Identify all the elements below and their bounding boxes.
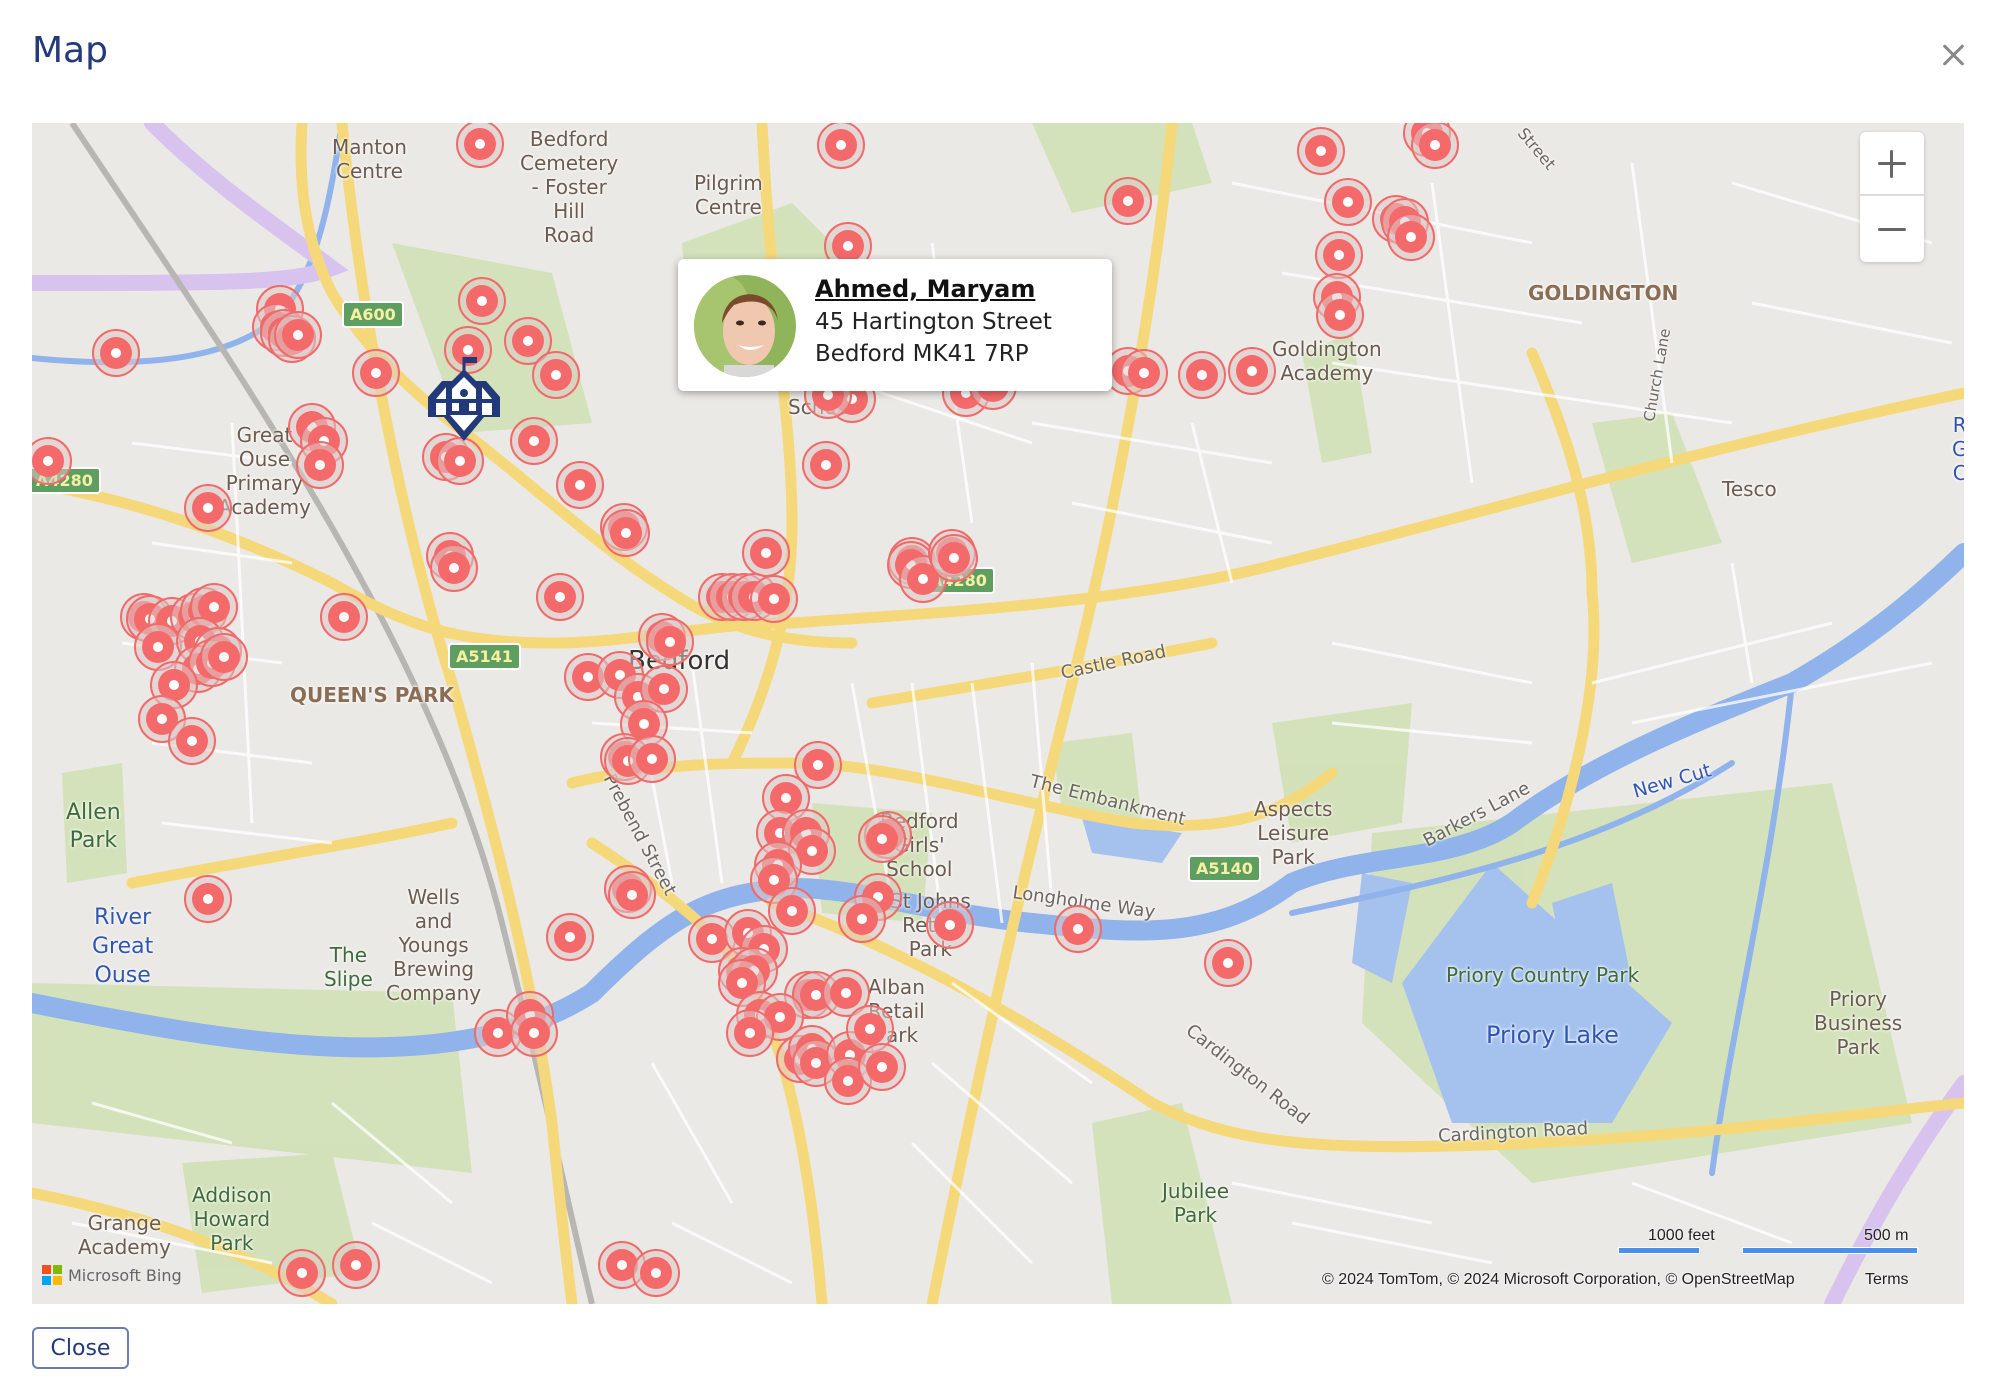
label-jubilee-park: Jubilee Park xyxy=(1162,1179,1229,1227)
zoom-in-button[interactable] xyxy=(1860,132,1924,196)
scale-imperial-bar xyxy=(1618,1247,1700,1254)
location-marker-icon[interactable] xyxy=(926,901,974,949)
road-shield-a5140: A5140 xyxy=(1188,855,1261,882)
road xyxy=(126,817,458,889)
location-marker-icon[interactable] xyxy=(168,717,216,765)
bing-logo[interactable]: Microsoft Bing xyxy=(42,1265,182,1285)
location-marker-icon[interactable] xyxy=(320,593,368,641)
bing-label: Microsoft Bing xyxy=(68,1265,182,1285)
label-aspects-leisure-park: Aspects Leisure Park xyxy=(1254,797,1333,869)
location-marker-icon[interactable] xyxy=(296,441,344,489)
location-marker-icon[interactable] xyxy=(802,441,850,489)
label-allen-park: Allen Park xyxy=(66,800,121,853)
label-priory-lake: Priory Lake xyxy=(1486,1021,1619,1049)
location-marker-icon[interactable] xyxy=(817,123,865,169)
location-marker-icon[interactable] xyxy=(458,277,506,325)
label-river-great-ouse: River Great Ouse xyxy=(92,905,154,988)
map-canvas[interactable]: Manton Centre Bedford Cemetery - Foster … xyxy=(32,123,1964,1304)
location-marker-icon[interactable] xyxy=(556,461,604,509)
road-shield-a5141: A5141 xyxy=(448,643,521,670)
label-manton-centre: Manton Centre xyxy=(332,135,407,183)
label-tesco: Tesco xyxy=(1722,477,1777,501)
student-popup: Ahmed, Maryam 45 Hartington Street Bedfo… xyxy=(678,259,1112,391)
label-wells-youngs: Wells and Youngs Brewing Company xyxy=(386,885,482,1005)
address-line-2: Bedford MK41 7RP xyxy=(815,341,1029,367)
location-marker-icon[interactable] xyxy=(1411,123,1459,169)
close-button[interactable]: Close xyxy=(32,1327,129,1369)
location-marker-icon[interactable] xyxy=(184,484,232,532)
location-marker-icon[interactable] xyxy=(510,1009,558,1057)
school-marker-icon[interactable] xyxy=(416,351,512,447)
location-marker-icon[interactable] xyxy=(1297,127,1345,175)
location-marker-icon[interactable] xyxy=(838,895,886,943)
location-marker-icon[interactable] xyxy=(546,913,594,961)
map-copyright: © 2024 TomTom, © 2024 Microsoft Corporat… xyxy=(1322,1271,1795,1288)
location-marker-icon[interactable] xyxy=(352,349,400,397)
label-priory-business-park: Priory Business Park xyxy=(1814,987,1903,1059)
location-marker-icon[interactable] xyxy=(632,1249,680,1297)
location-marker-icon[interactable] xyxy=(536,573,584,621)
label-queens-park: QUEEN'S PARK xyxy=(290,683,454,707)
location-marker-icon[interactable] xyxy=(510,417,558,465)
location-marker-icon[interactable] xyxy=(1316,291,1364,339)
location-marker-icon[interactable] xyxy=(602,509,650,557)
location-marker-icon[interactable] xyxy=(278,1249,326,1297)
location-marker-icon[interactable] xyxy=(1315,231,1363,279)
location-marker-icon[interactable] xyxy=(646,618,694,666)
location-marker-icon[interactable] xyxy=(1228,347,1276,395)
location-marker-icon[interactable] xyxy=(200,633,248,681)
label-grange-academy: Grange Academy xyxy=(78,1211,171,1259)
microsoft-logo-icon xyxy=(42,1265,62,1285)
bypass-road xyxy=(32,123,349,291)
student-name-link[interactable]: Ahmed, Maryam xyxy=(815,275,1035,303)
label-edge: R G C xyxy=(1952,413,1964,485)
location-marker-icon[interactable] xyxy=(1054,905,1102,953)
map-dialog: Map Manton Centre Bedford Cemetery - Fos… xyxy=(0,0,1996,1393)
location-marker-icon[interactable] xyxy=(608,871,656,919)
student-avatar xyxy=(694,275,796,377)
location-marker-icon[interactable] xyxy=(750,575,798,623)
scale-metric-bar xyxy=(1742,1247,1918,1254)
location-marker-icon[interactable] xyxy=(858,815,906,863)
terms-link[interactable]: Terms xyxy=(1865,1271,1909,1289)
address-line-1: 45 Hartington Street xyxy=(815,309,1052,335)
location-marker-icon[interactable] xyxy=(274,311,322,359)
zoom-out-button[interactable] xyxy=(1860,198,1924,262)
location-marker-icon[interactable] xyxy=(92,329,140,377)
label-addison-howard-park: Addison Howard Park xyxy=(192,1183,272,1255)
location-marker-icon[interactable] xyxy=(726,1009,774,1057)
location-marker-icon[interactable] xyxy=(1204,939,1252,987)
label-bedford-cemetery: Bedford Cemetery - Foster Hill Road xyxy=(520,127,619,247)
location-marker-icon[interactable] xyxy=(858,1043,906,1091)
location-marker-icon[interactable] xyxy=(1324,178,1372,226)
park-area xyxy=(1592,413,1722,563)
label-pilgrim-centre: Pilgrim Centre xyxy=(694,171,763,219)
dialog-title: Map xyxy=(32,30,108,71)
location-marker-icon[interactable] xyxy=(1178,351,1226,399)
scale-imperial-label: 1000 feet xyxy=(1648,1227,1715,1244)
location-marker-icon[interactable] xyxy=(628,735,676,783)
location-marker-icon[interactable] xyxy=(742,529,790,577)
label-goldington: GOLDINGTON xyxy=(1528,281,1679,305)
label-the-slipe: The Slipe xyxy=(324,943,373,991)
road-shield-a600: A600 xyxy=(342,301,404,328)
location-marker-icon[interactable] xyxy=(184,875,232,923)
location-marker-icon[interactable] xyxy=(430,544,478,592)
location-marker-icon[interactable] xyxy=(1104,177,1152,225)
scale-metric-label: 500 m xyxy=(1864,1227,1909,1244)
location-marker-icon[interactable] xyxy=(1387,213,1435,261)
close-icon[interactable] xyxy=(1938,40,1968,70)
location-marker-icon[interactable] xyxy=(532,351,580,399)
location-marker-icon[interactable] xyxy=(1120,349,1168,397)
zoom-controls xyxy=(1860,132,1924,262)
location-marker-icon[interactable] xyxy=(332,1241,380,1289)
label-goldington-academy: Goldington Academy xyxy=(1272,337,1382,385)
label-priory-country-park: Priory Country Park xyxy=(1446,963,1640,987)
location-marker-icon[interactable] xyxy=(930,534,978,582)
